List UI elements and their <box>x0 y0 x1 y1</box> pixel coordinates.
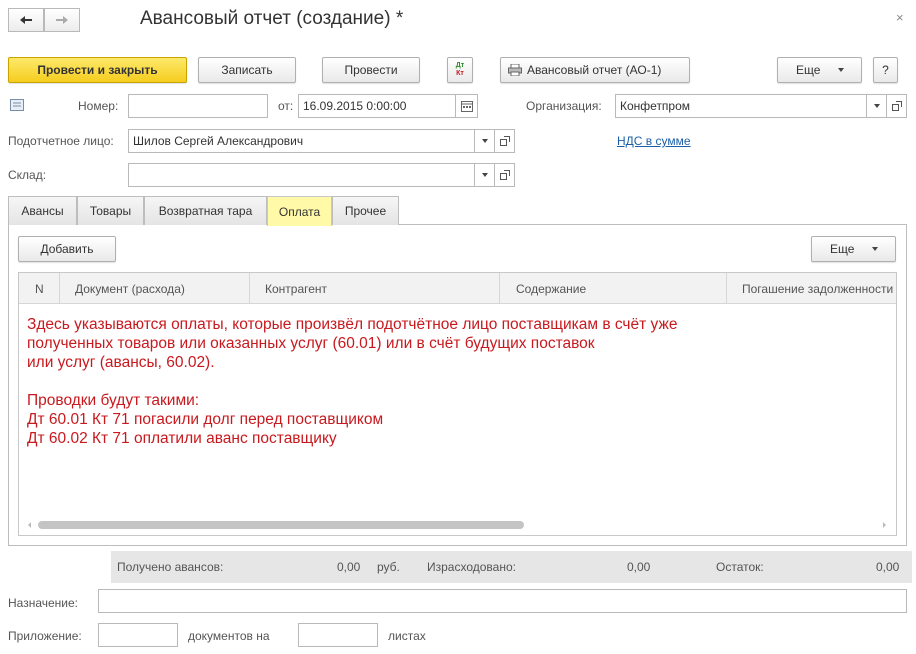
annotation-line: полученных товаров или оказанных услуг (… <box>27 335 595 352</box>
annotation-line: Дт 60.02 Кт 71 оплатили аванс поставщику <box>27 430 337 447</box>
purpose-label: Назначение: <box>8 596 79 610</box>
post-and-close-button[interactable]: Провести и закрыть <box>8 57 187 83</box>
warehouse-field[interactable] <box>128 163 475 187</box>
organization-field[interactable]: Конфетпром <box>615 94 867 118</box>
annotation-line: Проводки будут такими: <box>27 392 200 409</box>
chevron-down-icon <box>838 68 845 72</box>
open-form-icon <box>499 170 510 180</box>
vat-included-link[interactable]: НДС в сумме <box>617 134 691 148</box>
documents-on-label: документов на <box>188 629 270 643</box>
help-button[interactable]: ? <box>873 57 898 83</box>
print-report-button[interactable]: Авансовый отчет (АО-1) <box>500 57 690 83</box>
table-more-label: Еще <box>830 242 855 256</box>
date-field[interactable]: 16.09.2015 0:00:00 <box>298 94 456 118</box>
calendar-button[interactable] <box>456 94 478 118</box>
annotation-line: Здесь указываются оплаты, которые произв… <box>27 316 678 333</box>
dt-kt-button[interactable]: Дт Кт <box>447 57 473 83</box>
documents-count-field[interactable] <box>98 623 178 647</box>
attachment-label: Приложение: <box>8 629 82 643</box>
horizontal-scrollbar-thumb[interactable] <box>38 521 524 529</box>
table-more-button[interactable]: Еще <box>811 236 896 262</box>
column-header-n[interactable]: N <box>19 273 60 304</box>
payments-table[interactable]: N Документ (расхода) Контрагент Содержан… <box>18 272 897 536</box>
balance-value: 0,00 <box>876 560 900 574</box>
chevron-down-icon <box>873 104 880 108</box>
column-header-content[interactable]: Содержание <box>500 273 727 304</box>
organization-open-button[interactable] <box>887 94 907 118</box>
add-row-button[interactable]: Добавить <box>18 236 116 262</box>
totals-bar: Получено авансов: 0,00 руб. Израсходован… <box>111 551 912 583</box>
more-label: Еще <box>796 63 821 77</box>
sheets-count-field[interactable] <box>298 623 378 647</box>
column-header-counterparty[interactable]: Контрагент <box>250 273 500 304</box>
advances-received-value: 0,00 <box>337 560 361 574</box>
scroll-left-icon[interactable] <box>26 521 34 529</box>
back-button[interactable] <box>8 8 44 32</box>
window-title: Авансовый отчет (создание) * <box>140 8 404 29</box>
date-label: от: <box>278 99 294 113</box>
number-label: Номер: <box>78 99 119 113</box>
organization-label: Организация: <box>526 99 602 113</box>
post-button[interactable]: Провести <box>322 57 420 83</box>
more-button[interactable]: Еще <box>777 57 862 83</box>
kt-icon-label: Кт <box>456 70 464 77</box>
save-button[interactable]: Записать <box>198 57 296 83</box>
printer-icon <box>508 64 522 76</box>
annotation-line: или услуг (авансы, 60.02). <box>27 354 215 371</box>
document-list-icon <box>10 99 24 111</box>
tab-payment[interactable]: Оплата <box>267 196 332 226</box>
open-form-icon <box>891 101 902 111</box>
accountable-person-label: Подотчетное лицо: <box>8 134 114 148</box>
purpose-field[interactable] <box>98 589 907 613</box>
balance-label: Остаток: <box>716 560 764 574</box>
tab-advances[interactable]: Авансы <box>8 196 77 225</box>
scroll-right-icon[interactable] <box>880 521 888 529</box>
arrow-right-icon <box>56 16 68 24</box>
spent-label: Израсходовано: <box>427 560 516 574</box>
calendar-icon <box>460 100 473 112</box>
person-open-button[interactable] <box>495 129 515 153</box>
chevron-down-icon <box>481 173 488 177</box>
table-header: N Документ (расхода) Контрагент Содержан… <box>19 273 896 304</box>
annotation-line: Дт 60.01 Кт 71 погасили долг перед поста… <box>27 411 384 428</box>
person-dropdown-button[interactable] <box>475 129 495 153</box>
warehouse-dropdown-button[interactable] <box>475 163 495 187</box>
open-form-icon <box>499 136 510 146</box>
sheets-label: листах <box>388 629 426 643</box>
forward-button[interactable] <box>44 8 80 32</box>
dt-icon-label: Дт <box>455 62 465 69</box>
advances-received-label: Получено авансов: <box>117 560 224 574</box>
tab-goods[interactable]: Товары <box>77 196 144 225</box>
warehouse-label: Склад: <box>8 168 47 182</box>
arrow-left-icon <box>20 16 32 24</box>
close-icon[interactable]: × <box>896 10 904 25</box>
organization-dropdown-button[interactable] <box>867 94 887 118</box>
number-field[interactable] <box>128 94 268 118</box>
chevron-down-icon <box>481 139 488 143</box>
chevron-down-icon <box>872 247 879 251</box>
column-header-debt-repayment[interactable]: Погашение задолженности <box>727 273 898 304</box>
tab-returnable-containers[interactable]: Возвратная тара <box>144 196 267 225</box>
warehouse-open-button[interactable] <box>495 163 515 187</box>
column-header-document[interactable]: Документ (расхода) <box>60 273 250 304</box>
spent-value: 0,00 <box>627 560 651 574</box>
tab-other[interactable]: Прочее <box>332 196 399 225</box>
print-report-label: Авансовый отчет (АО-1) <box>527 63 662 77</box>
accountable-person-field[interactable]: Шилов Сергей Александрович <box>128 129 475 153</box>
currency-label: руб. <box>377 560 400 574</box>
